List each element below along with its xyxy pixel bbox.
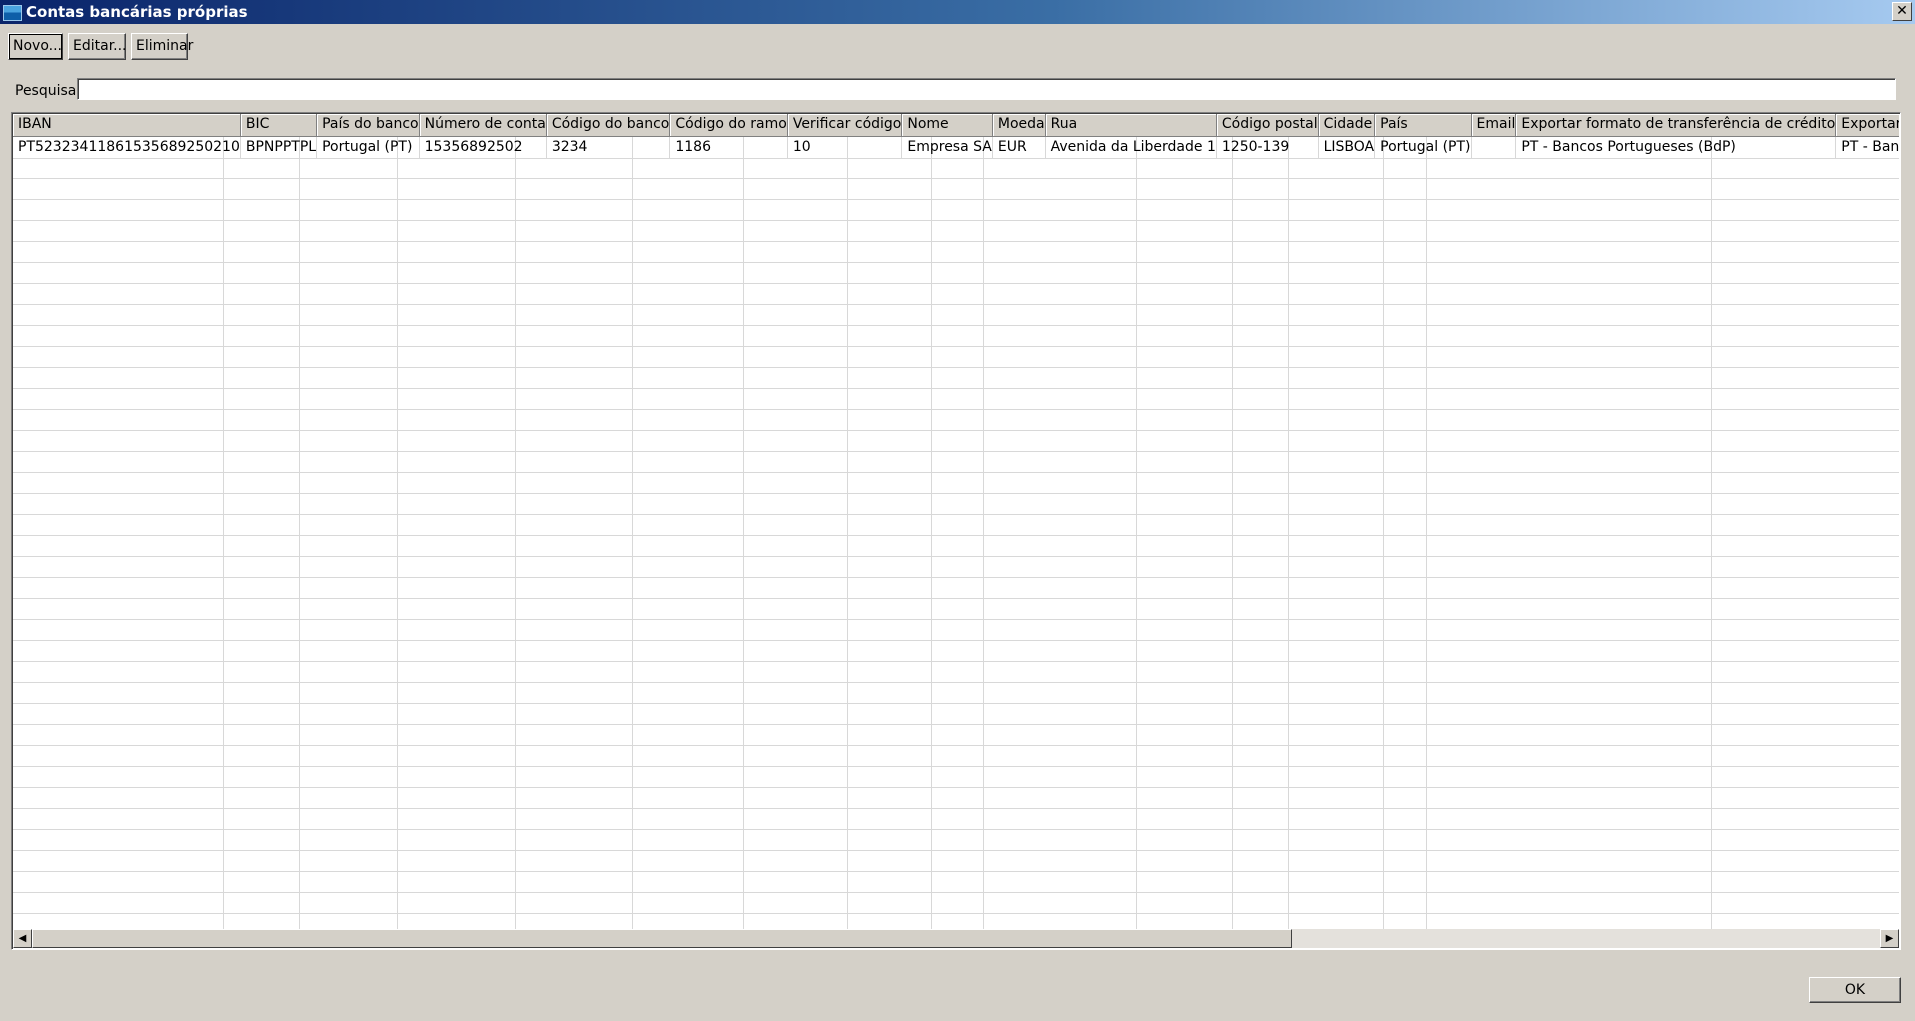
table-header-row: IBAN BIC País do banco Número de conta C… [13, 114, 1899, 137]
column-header-direct-debit-format[interactable]: Exportar formato de débito di [1835, 114, 1899, 137]
accounts-grid: IBAN BIC País do banco Número de conta C… [13, 114, 1899, 159]
column-header-check-code[interactable]: Verificar código [787, 114, 903, 137]
cell-credit-transfer-format: PT - Bancos Portugueses (BdP) [1515, 136, 1837, 159]
cell-name: Empresa SA [901, 136, 993, 159]
cell-direct-debit-format: PT - Bancos Portugueses (BdP [1835, 136, 1899, 159]
column-header-iban[interactable]: IBAN [13, 114, 241, 137]
cell-check-code: 10 [787, 136, 903, 159]
column-header-name[interactable]: Nome [901, 114, 993, 137]
scroll-left-arrow-icon[interactable]: ◀ [13, 929, 32, 948]
column-header-street[interactable]: Rua [1045, 114, 1217, 137]
cell-bank-country: Portugal (PT) [316, 136, 420, 159]
column-header-account-number[interactable]: Número de conta [419, 114, 547, 137]
cell-street: Avenida da Liberdade 1 [1045, 136, 1217, 159]
ok-button[interactable]: OK [1809, 977, 1901, 1003]
cell-iban: PT52323411861535689250210 [13, 136, 241, 159]
title-bar: Contas bancárias próprias ✕ [0, 0, 1915, 24]
column-header-branch-code[interactable]: Código do ramo [669, 114, 788, 137]
search-label: Pesquisa: [15, 83, 82, 99]
grid-row-lines [13, 158, 1899, 929]
cell-city: LISBOA [1318, 136, 1376, 159]
cell-currency: EUR [992, 136, 1046, 159]
close-button[interactable]: ✕ [1892, 2, 1912, 21]
scrollbar-thumb[interactable] [32, 929, 1292, 948]
column-header-email[interactable]: Email [1471, 114, 1517, 137]
column-header-bank-country[interactable]: País do banco [316, 114, 420, 137]
search-input[interactable] [77, 78, 1896, 100]
column-header-postal-code[interactable]: Código postal [1216, 114, 1319, 137]
column-header-bank-code[interactable]: Código do banco [546, 114, 671, 137]
accounts-table: IBAN BIC País do banco Número de conta C… [11, 112, 1901, 950]
horizontal-scrollbar[interactable]: ◀ ▶ [13, 929, 1899, 948]
cell-bic: BPNPPTPL [240, 136, 318, 159]
cell-email [1471, 136, 1517, 159]
table-row[interactable]: PT52323411861535689250210 BPNPPTPL Portu… [13, 136, 1899, 159]
cell-account-number: 15356892502 [419, 136, 547, 159]
column-header-bic[interactable]: BIC [240, 114, 318, 137]
window-title: Contas bancárias próprias [26, 3, 248, 21]
cell-postal-code: 1250-139 [1216, 136, 1319, 159]
edit-button[interactable]: Editar... [68, 33, 127, 60]
delete-button[interactable]: Eliminar [131, 33, 193, 60]
cell-country: Portugal (PT) [1374, 136, 1472, 159]
new-button[interactable]: Novo... [8, 33, 63, 60]
column-header-city[interactable]: Cidade [1318, 114, 1376, 137]
column-header-currency[interactable]: Moeda [992, 114, 1046, 137]
column-header-country[interactable]: País [1374, 114, 1472, 137]
scroll-right-arrow-icon[interactable]: ▶ [1880, 929, 1899, 948]
column-header-credit-transfer-format[interactable]: Exportar formato de transferência de cré… [1515, 114, 1837, 137]
cell-branch-code: 1186 [669, 136, 788, 159]
cell-bank-code: 3234 [546, 136, 671, 159]
app-window-icon [3, 5, 22, 21]
